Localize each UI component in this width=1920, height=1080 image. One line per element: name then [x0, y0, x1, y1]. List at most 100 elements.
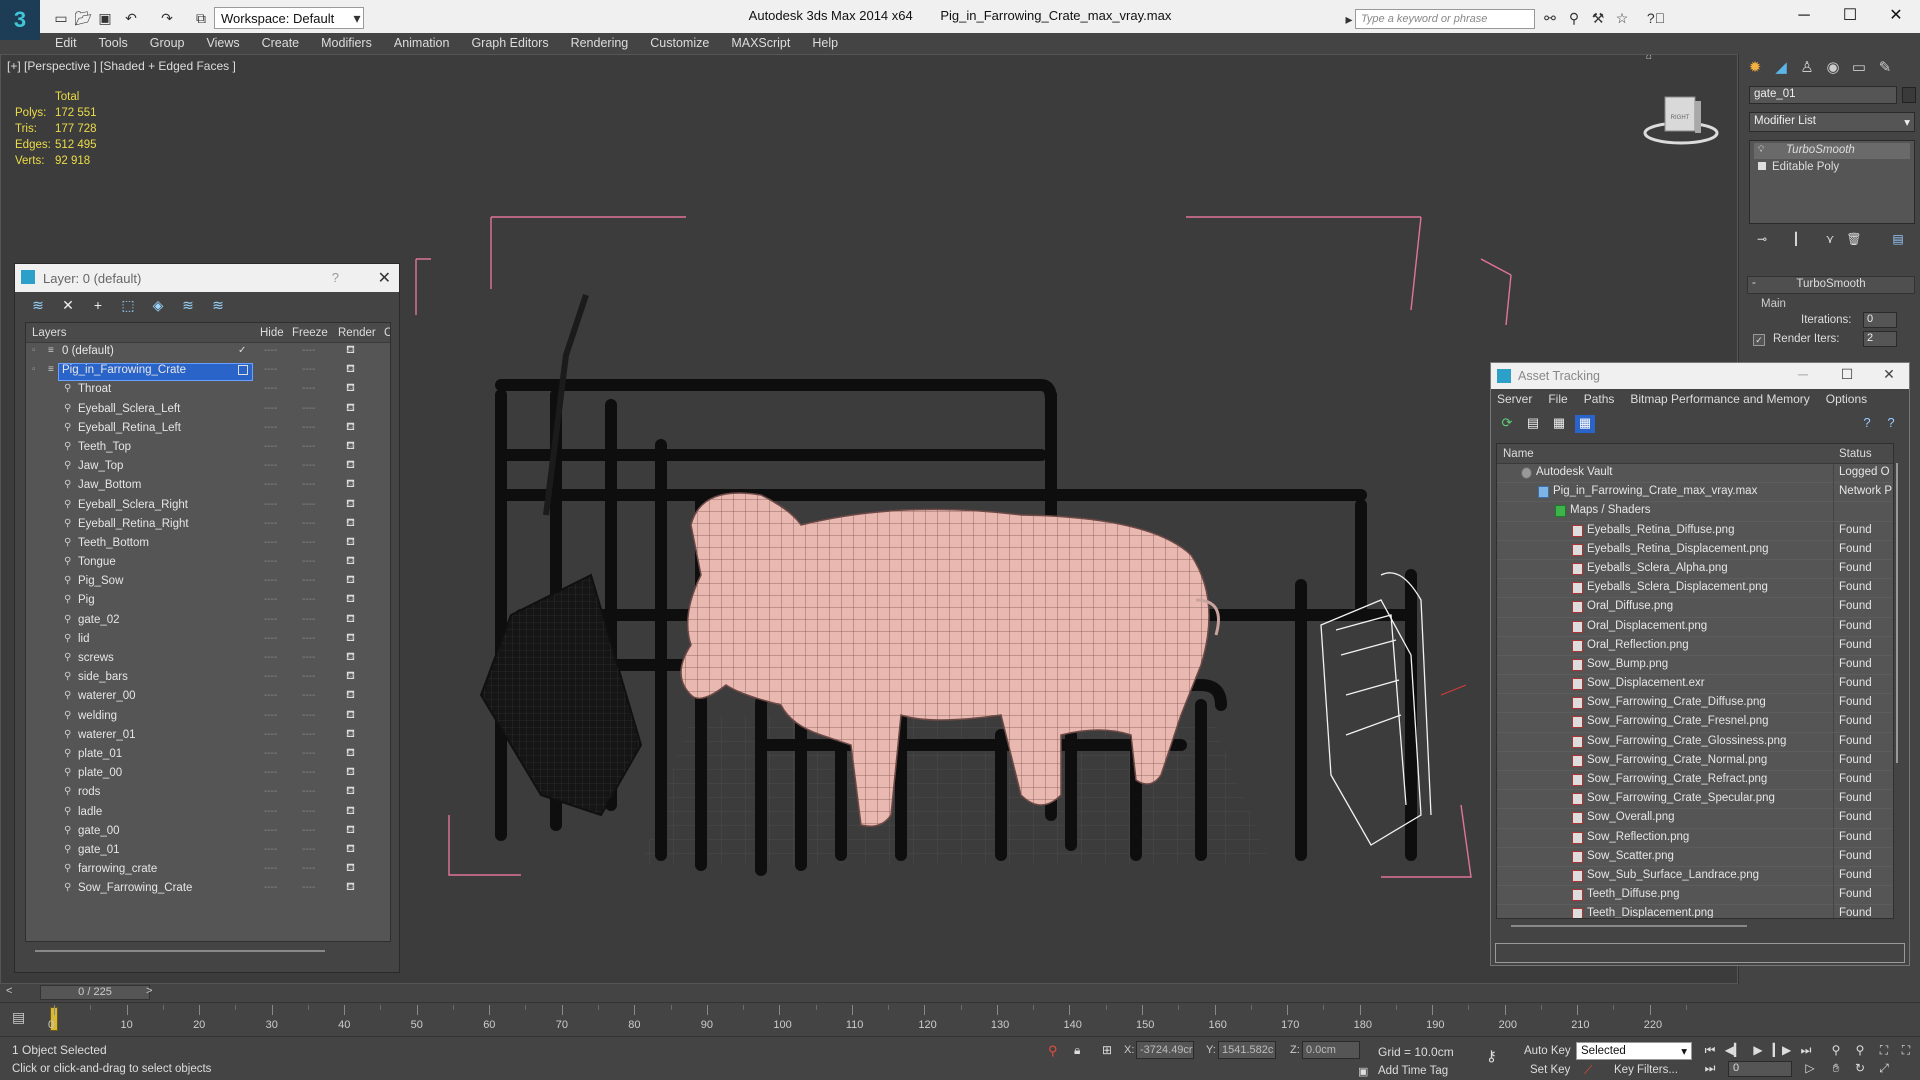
render-teapot-icon[interactable]: ⛾ [346, 881, 355, 895]
help-icon[interactable]: ?⃝ [1646, 10, 1666, 28]
layer-row[interactable]: ▫ ≡ Pig_in_Farrowing_Crate ---- ---- ⛾ [26, 362, 390, 382]
hide-toggle[interactable]: ---- [264, 403, 277, 414]
render-teapot-icon[interactable]: ⛾ [346, 459, 355, 473]
expand-icon[interactable]: ▫ [32, 345, 42, 359]
render-teapot-icon[interactable]: ⛾ [346, 344, 355, 358]
render-teapot-icon[interactable]: ⛾ [346, 478, 355, 492]
favorites-icon[interactable]: ☆ [1612, 10, 1632, 28]
render-teapot-icon[interactable]: ⛾ [346, 766, 355, 780]
hide-toggle[interactable]: ---- [264, 825, 277, 836]
asset-row[interactable]: Sow_Displacement.exr Found [1497, 675, 1893, 695]
col-name[interactable]: Name [1503, 448, 1534, 460]
layer-row[interactable]: ⚲ gate_00 ---- ---- ⛾ [26, 823, 390, 842]
asset-row[interactable]: Teeth_Diffuse.png Found [1497, 886, 1893, 906]
layer-row[interactable]: ⚲ side_bars ---- ---- ⛾ [26, 669, 390, 688]
freeze-toggle[interactable]: ---- [302, 729, 315, 740]
hierarchy-tab-icon[interactable]: ♙ [1795, 58, 1819, 80]
close-icon[interactable]: ✕ [378, 268, 391, 288]
freeze-toggle[interactable]: ---- [302, 499, 315, 510]
freeze-toggle[interactable]: ---- [302, 863, 315, 874]
hide-toggle[interactable]: ---- [264, 614, 277, 625]
subscription-icon[interactable]: ⚲ [1564, 10, 1584, 28]
asset-menu-bitmap-performance-and-memory[interactable]: Bitmap Performance and Memory [1630, 392, 1809, 406]
asset-row[interactable]: Sow_Farrowing_Crate_Refract.png Found [1497, 771, 1893, 791]
hide-toggle[interactable]: ---- [264, 710, 277, 721]
horizontal-scrollbar[interactable] [1511, 925, 1747, 927]
iterations-spinner[interactable]: 0 [1863, 312, 1897, 328]
utilities-tab-icon[interactable]: ✎ [1873, 58, 1897, 80]
hide-toggle[interactable]: ---- [264, 863, 277, 874]
active-layer-check[interactable]: ✓ [238, 345, 248, 359]
render-teapot-icon[interactable]: ⛾ [346, 785, 355, 799]
freeze-toggle[interactable]: ---- [302, 882, 315, 893]
asset-row[interactable]: Sow_Scatter.png Found [1497, 847, 1893, 867]
turbosmooth-rollout-header[interactable]: - TurboSmooth [1747, 276, 1915, 294]
freeze-toggle[interactable]: ---- [302, 671, 315, 682]
freeze-toggle[interactable]: ---- [302, 537, 315, 548]
create-layer-icon[interactable]: ≋ [27, 297, 49, 315]
layer-row[interactable]: ⚲ lid ---- ---- ⛾ [26, 631, 390, 650]
key-filters-button[interactable]: Key Filters... [1614, 1064, 1678, 1076]
freeze-toggle[interactable]: ---- [302, 345, 315, 356]
layer-row[interactable]: ⚲ Teeth_Top ---- ---- ⛾ [26, 439, 390, 458]
modifier-list-dropdown[interactable]: Modifier List ▾ [1749, 112, 1915, 132]
render-teapot-icon[interactable]: ⛾ [346, 843, 355, 857]
render-teapot-icon[interactable]: ⛾ [346, 593, 355, 607]
asset-row[interactable]: Teeth_Displacement.png Found [1497, 905, 1893, 918]
menu-modifiers[interactable]: Modifiers [321, 36, 372, 50]
render-teapot-icon[interactable]: ⛾ [346, 440, 355, 454]
hide-toggle[interactable]: ---- [264, 786, 277, 797]
asset-row[interactable]: Oral_Reflection.png Found [1497, 636, 1893, 656]
hide-toggle[interactable]: ---- [264, 422, 277, 433]
menu-tools[interactable]: Tools [99, 36, 128, 50]
communication-icon[interactable]: ⚒ [1588, 10, 1608, 28]
previous-frame-icon[interactable]: ◀▎ [1724, 1043, 1744, 1061]
make-unique-icon[interactable]: ⋎ [1821, 232, 1839, 250]
search-input[interactable]: Type a keyword or phrase [1355, 9, 1535, 29]
layer-row[interactable]: ⚲ Pig_Sow ---- ---- ⛾ [26, 573, 390, 592]
curve-editor-icon[interactable]: ▤ [12, 1009, 25, 1026]
show-end-result-icon[interactable]: ┃ [1787, 232, 1805, 250]
hide-toggle[interactable]: ---- [264, 806, 277, 817]
freeze-toggle[interactable]: ---- [302, 748, 315, 759]
asset-row[interactable]: Sow_Sub_Surface_Landrace.png Found [1497, 866, 1893, 887]
vertical-scrollbar[interactable] [1896, 463, 1898, 763]
help-button[interactable]: ? [332, 270, 339, 285]
layer-row[interactable]: ▫ ≡ 0 (default) ✓ ---- ---- ⛾ [26, 343, 390, 362]
freeze-toggle[interactable]: ---- [302, 403, 315, 414]
time-tag-icon[interactable]: ▣ [1358, 1065, 1368, 1078]
layer-row[interactable]: ⚲ Tongue ---- ---- ⛾ [26, 554, 390, 573]
zoom-extents-all-icon[interactable]: ⛶ [1896, 1043, 1916, 1061]
object-color-swatch[interactable] [1902, 87, 1916, 103]
menu-views[interactable]: Views [206, 36, 239, 50]
col-render[interactable]: Render [338, 327, 376, 339]
hide-toggle[interactable]: ---- [264, 882, 277, 893]
col-status[interactable]: Status [1839, 448, 1872, 460]
freeze-toggle[interactable]: ---- [302, 594, 315, 605]
zoom-all-icon[interactable]: ⚲ [1850, 1043, 1870, 1061]
key-icon[interactable]: ⚷ [1486, 1047, 1497, 1065]
freeze-toggle[interactable]: ---- [302, 710, 315, 721]
menu-animation[interactable]: Animation [394, 36, 450, 50]
time-slider-thumb[interactable]: 0 / 225 [40, 985, 150, 1000]
render-teapot-icon[interactable]: ⛾ [346, 574, 355, 588]
asset-row[interactable]: Sow_Reflection.png Found [1497, 828, 1893, 848]
add-time-tag-button[interactable]: Add Time Tag [1378, 1065, 1448, 1077]
menu-edit[interactable]: Edit [55, 36, 77, 50]
layer-row[interactable]: ⚲ Eyeball_Sclera_Left ---- ---- ⛾ [26, 401, 390, 420]
key-mode-icon[interactable]: ⏭ [1700, 1061, 1720, 1079]
selection-lock-icon[interactable]: 🔒︎ [1074, 1043, 1080, 1058]
asset-menu-server[interactable]: Server [1497, 392, 1532, 406]
freeze-all-icon[interactable]: ≋ [207, 297, 229, 315]
x-coordinate-field[interactable]: -3724.49cr [1136, 1041, 1194, 1059]
hide-toggle[interactable]: ---- [264, 364, 277, 375]
default-tangents-icon[interactable]: ⟋ [1584, 1063, 1592, 1078]
asset-row[interactable]: Oral_Diffuse.png Found [1497, 598, 1893, 618]
orbit-icon[interactable]: ↻ [1850, 1061, 1870, 1079]
asset-row[interactable]: Pig_in_Farrowing_Crate_max_vray.max Netwo… [1497, 483, 1893, 503]
viewcube[interactable]: RIGHT [1641, 91, 1721, 151]
render-teapot-icon[interactable]: ⛾ [346, 555, 355, 569]
minimize-button[interactable]: ─ [1784, 4, 1824, 28]
render-teapot-icon[interactable]: ⛾ [346, 862, 355, 876]
slider-next-icon[interactable]: > [146, 985, 152, 997]
